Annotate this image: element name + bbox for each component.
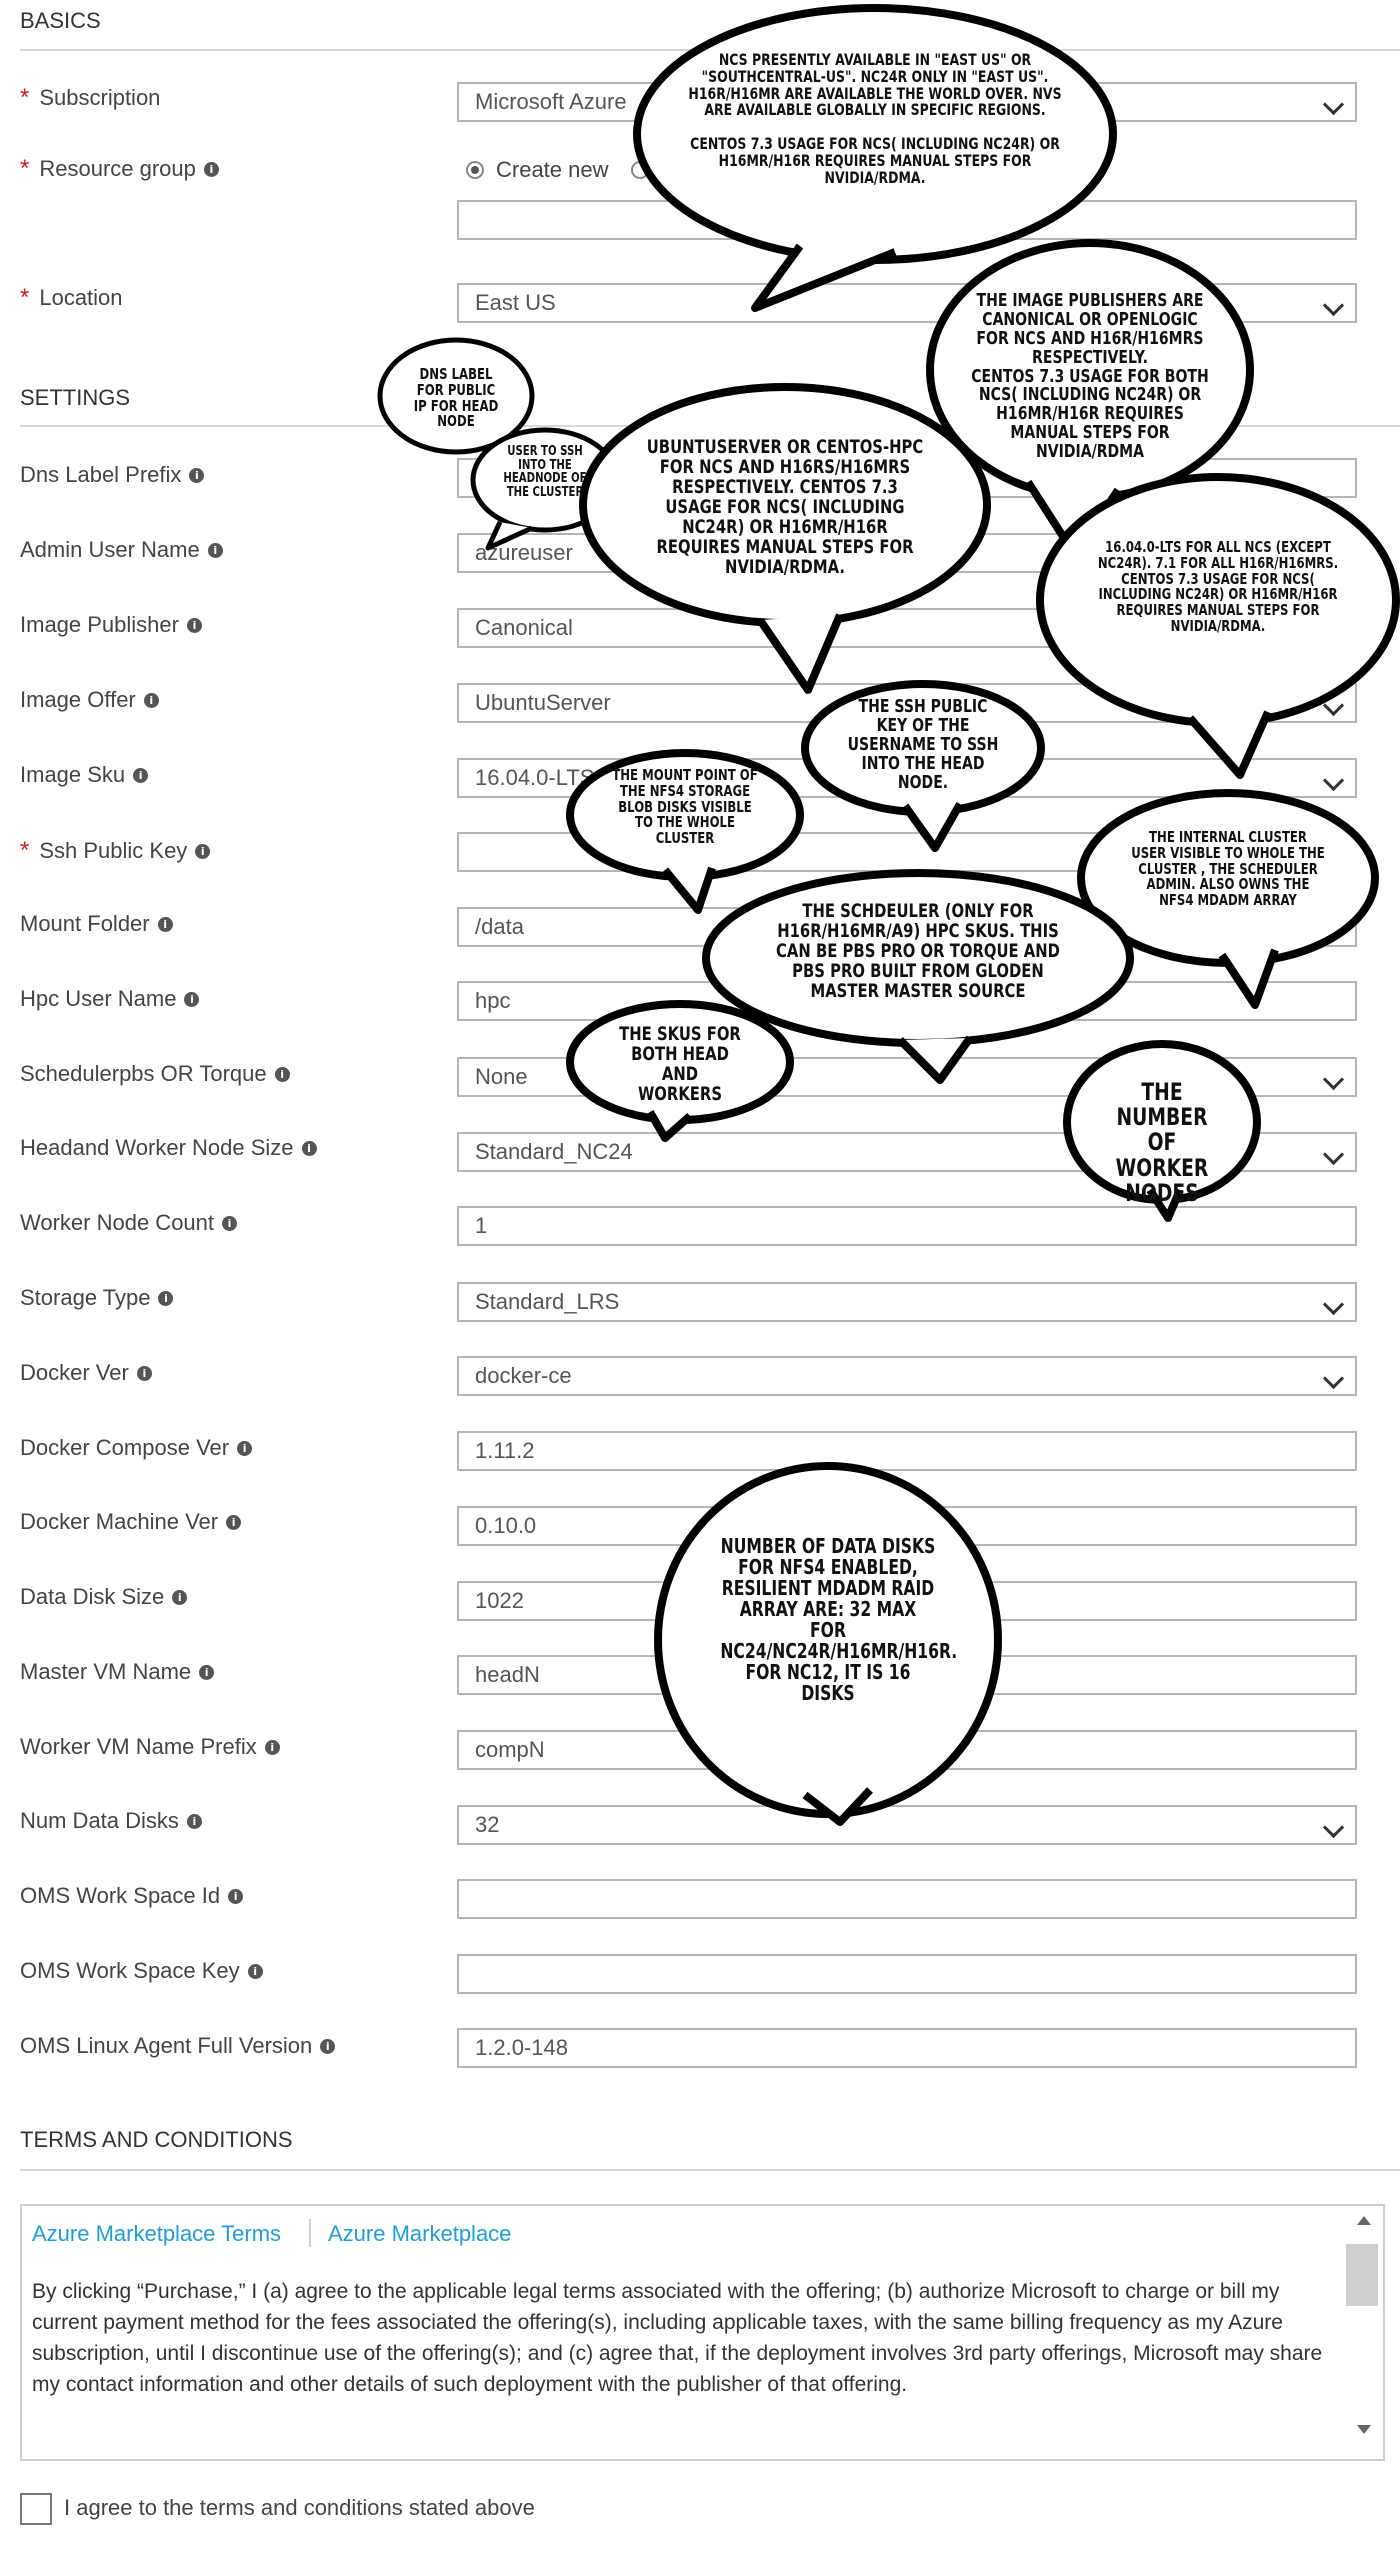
annotation-sku: 16.04.0-LTS for all NCs (except NC24R). … [1097,538,1339,635]
annotation-mount: The mount point of the NFS4 storage blob… [612,766,758,847]
annotation-hpc-user: The internal cluster user visible to who… [1131,828,1325,909]
annotation-scheduler: The schdeuler (only for H16R/H16MR/A9) H… [776,900,1060,1002]
annotation-dns: DNS label for public IP for head node [413,365,499,431]
annotation-workers: The number of worker nodes [1115,1078,1209,1207]
annotation-skus: The SKUs for both head and workers [619,1023,741,1105]
annotation-offer: UbuntuServer or CentOS-HPC for NCs and H… [646,436,924,578]
annotation-publisher: The image publishers are Canonical or Op… [971,290,1209,463]
annotation-user: User to SSH into the headnode of the clu… [503,444,587,500]
annotation-ssh: The SSH public key of the username to SS… [847,696,999,793]
annotation-location: NCs presently available in "East US" or … [688,50,1062,187]
annotation-disks: Number of data disks for NFS4 enabled, r… [720,1534,958,1705]
